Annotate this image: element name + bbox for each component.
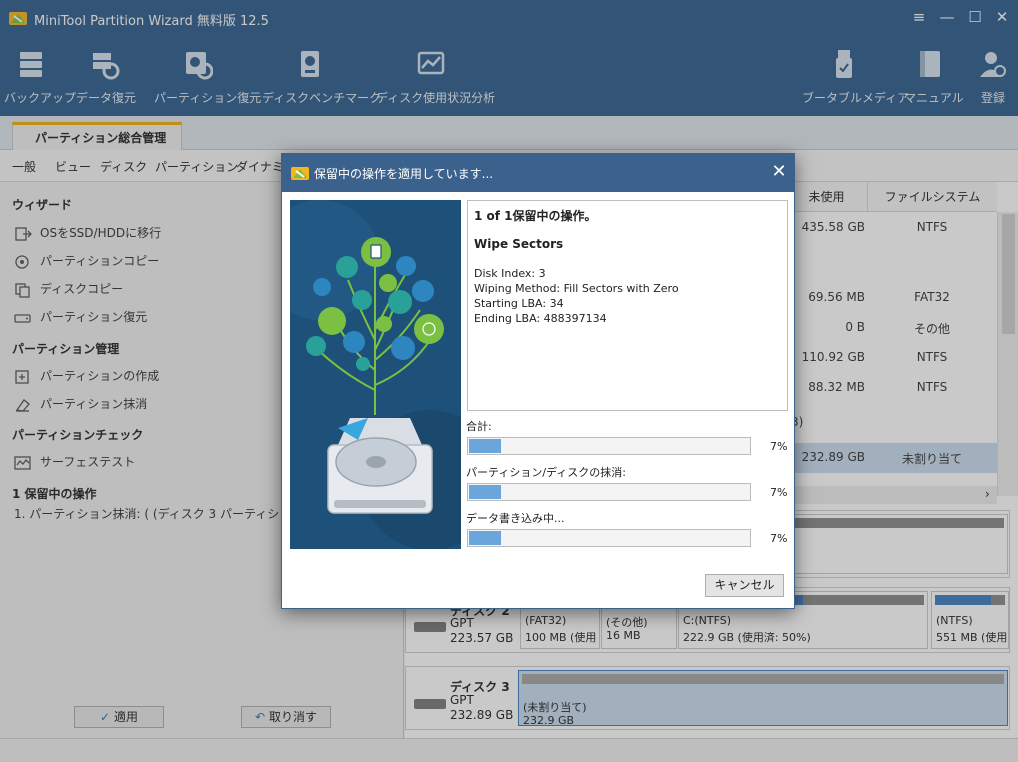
progress-write-bar [467,529,751,547]
detail-starting-lba: Starting LBA: 34 [474,297,564,310]
progress-write-percent: 7% [770,532,788,545]
operation-details: 1 of 1保留中の操作。 Wipe Sectors Disk Index: 3… [467,200,788,411]
dialog-close-icon[interactable]: ✕ [770,163,788,181]
app-logo-icon [291,167,309,180]
progress-wipe-label: パーティション/ディスクの抹消: [466,466,626,479]
pending-count-heading: 1 of 1保留中の操作。 [474,209,597,223]
disk-tree-illustration [290,200,461,549]
detail-ending-lba: Ending LBA: 488397134 [474,312,607,325]
progress-write-label: データ書き込み中... [466,512,565,525]
progress-total-fill [469,439,501,453]
detail-disk-index: Disk Index: 3 [474,267,546,280]
apply-pending-dialog: 保留中の操作を適用しています... ✕ 1 of 1保留中の操作。 Wipe S… [281,153,795,609]
progress-write-fill [469,531,501,545]
progress-total-bar [467,437,751,455]
progress-wipe-bar [467,483,751,501]
disk-tree-graphic [290,200,461,549]
progress-total-percent: 7% [770,440,788,453]
cancel-button[interactable]: キャンセル [705,574,784,597]
operation-name: Wipe Sectors [474,237,564,251]
detail-wiping-method: Wiping Method: Fill Sectors with Zero [474,282,679,295]
progress-wipe-fill [469,485,501,499]
dialog-title: 保留中の操作を適用しています... [314,167,494,181]
progress-wipe-percent: 7% [770,486,788,499]
progress-total-label: 合計: [466,420,492,433]
dialog-title-bar: 保留中の操作を適用しています... ✕ [282,154,794,192]
